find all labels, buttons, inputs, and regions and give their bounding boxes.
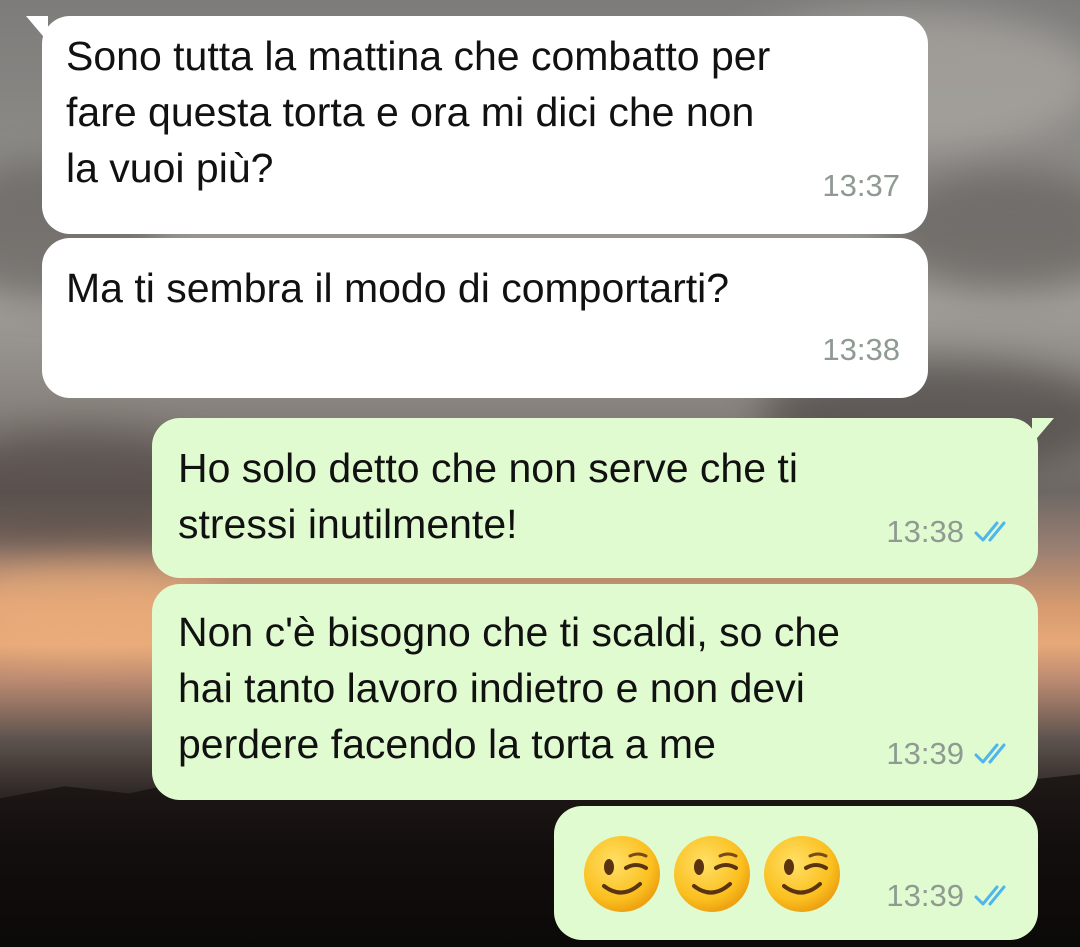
bubble-tail (26, 16, 48, 42)
read-ticks-icon (972, 517, 1018, 547)
outgoing-message-bubble[interactable]: Non c'è bisogno che ti scaldi, so che ha… (152, 584, 1038, 800)
message-timestamp: 13:38 (822, 332, 900, 367)
message-meta: 13:38 (822, 322, 900, 378)
read-ticks-icon (972, 881, 1018, 911)
message-timestamp: 13:38 (886, 514, 964, 549)
message-timestamp: 13:39 (886, 736, 964, 771)
incoming-message-bubble[interactable]: Ma ti sembra il modo di comportarti? 13:… (42, 238, 928, 398)
message-text: Non c'è bisogno che ti scaldi, so che ha… (178, 609, 840, 767)
message-meta: 13:39 (886, 868, 1018, 924)
winking-face-emoji (764, 836, 840, 912)
message-timestamp: 13:37 (822, 168, 900, 203)
message-timestamp: 13:39 (886, 878, 964, 913)
bubble-tail (1032, 418, 1054, 444)
incoming-message-bubble[interactable]: Sono tutta la mattina che combatto per f… (26, 16, 928, 234)
message-text: Ho solo detto che non serve che ti stres… (178, 445, 798, 547)
outgoing-emoji-message-bubble[interactable]: 13:39 (554, 806, 1038, 940)
message-text: Sono tutta la mattina che combatto per f… (66, 33, 771, 191)
message-meta: 13:39 (886, 726, 1018, 782)
chat-screen: Sono tutta la mattina che combatto per f… (0, 0, 1080, 947)
message-meta: 13:38 (886, 504, 1018, 560)
emoji-row (582, 834, 842, 914)
winking-face-emoji (674, 836, 750, 912)
winking-face-emoji (584, 836, 660, 912)
message-text: Ma ti sembra il modo di comportarti? (66, 265, 730, 311)
read-ticks-icon (972, 739, 1018, 769)
outgoing-message-bubble[interactable]: Ho solo detto che non serve che ti stres… (152, 418, 1054, 578)
message-meta: 13:37 (822, 158, 900, 214)
